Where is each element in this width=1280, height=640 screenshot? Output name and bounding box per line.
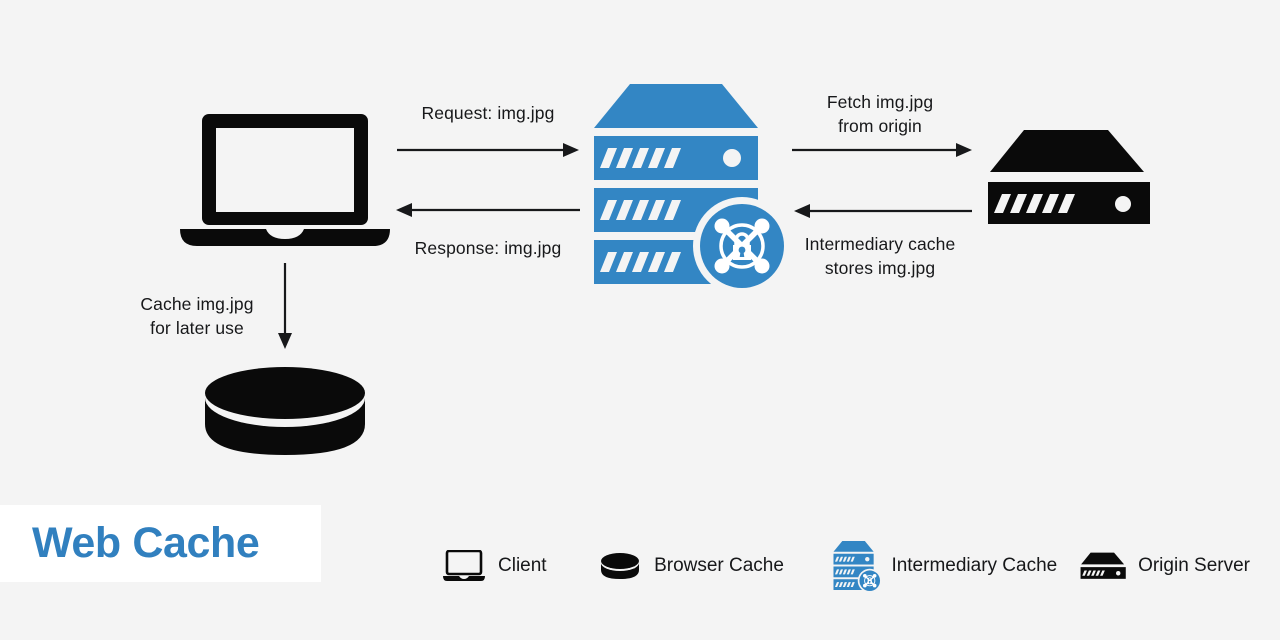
legend-item-origin-server: Origin Server: [1080, 538, 1250, 594]
flow-label-request: Request: img.jpg: [421, 103, 555, 123]
blue-server-with-lock-badge-icon: [594, 84, 791, 295]
flow-label-cache-local: Cache img.jpg for later use: [140, 294, 254, 339]
legend-item-browser-cache: Browser Cache: [596, 538, 784, 594]
laptop-icon: [440, 542, 488, 590]
node-intermediary-cache: [592, 82, 791, 295]
diagram-canvas: Request: img.jpg Response: img.jpg Fetch…: [0, 0, 1280, 640]
flow-label-fetch: Fetch img.jpg from origin: [826, 92, 934, 137]
server-rack-icon: [988, 130, 1150, 224]
server-rack-icon: [1080, 542, 1128, 590]
legend-item-client: Client: [440, 538, 547, 594]
node-browser-cache: [202, 366, 368, 458]
flow-arrow-store: [790, 202, 974, 220]
node-client: [178, 112, 392, 247]
page-title: Web Cache: [32, 519, 260, 567]
blue-server-with-lock-badge-icon: [833, 541, 882, 592]
node-origin-server: [986, 128, 1158, 228]
title-plate: Web Cache: [0, 505, 321, 582]
legend-label-intermediary-cache: Intermediary Cache: [891, 555, 1058, 576]
laptop-icon: [180, 114, 390, 246]
flow-label-store: Intermediary cache stores img.jpg: [804, 234, 956, 279]
flow-label-response: Response: img.jpg: [414, 238, 562, 258]
flow-arrow-response: [392, 201, 582, 219]
legend: Client Browser Cache Intermediary Cache …: [440, 538, 1250, 594]
legend-label-browser-cache: Browser Cache: [654, 555, 784, 576]
legend-label-origin-server: Origin Server: [1138, 555, 1250, 576]
database-cylinder-icon: [596, 542, 644, 590]
database-cylinder-icon: [205, 367, 365, 455]
flow-arrow-fetch: [790, 141, 974, 159]
flow-arrow-cache-local: [276, 261, 294, 351]
legend-label-client: Client: [498, 555, 547, 576]
flow-arrow-request: [395, 141, 581, 159]
legend-item-intermediary-cache: Intermediary Cache: [833, 538, 1057, 594]
